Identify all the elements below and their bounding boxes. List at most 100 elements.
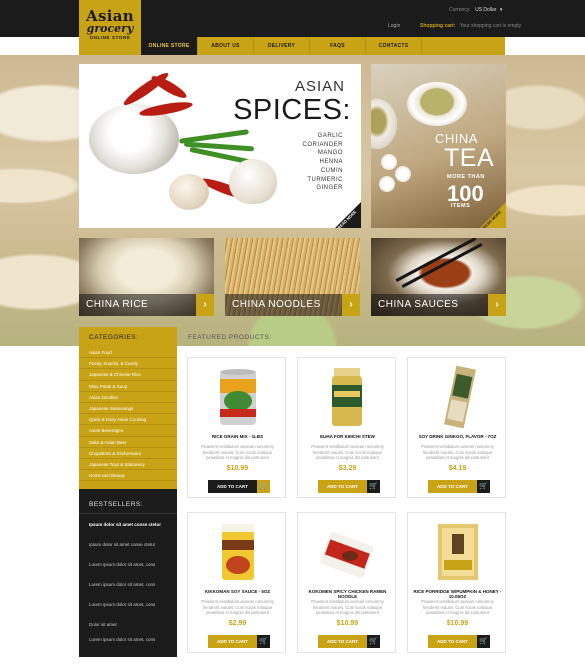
cart-status: Your shopping cart is empty [459,23,522,29]
product-image-can[interactable] [210,365,265,430]
cart-icon[interactable]: 🛒 [367,480,380,493]
cart-icon[interactable]: 🛒 [257,480,270,493]
product-image-pouch[interactable] [210,520,265,585]
chopstick-image [395,238,477,282]
category-item[interactable]: Pocky, Snacks, & Candy [79,358,177,370]
cart-icon[interactable]: 🛒 [477,635,490,648]
bestseller-item[interactable]: Lorem ipsum dolor sit amet, cons [89,602,174,607]
nav-about-us[interactable]: ABOUT US [197,37,253,55]
product-card: RICE PORRIDGE W/PUMPKIN & HONEY - 10.05O… [407,512,506,653]
category-tile-rice[interactable]: CHINA RICE › [79,238,214,316]
bestseller-item[interactable]: Dolor sit amet [89,622,174,627]
category-tile-sauces[interactable]: CHINA SAUCES › [371,238,506,316]
bestseller-item[interactable]: Ipsum dolor sit amet conse ctetur [89,522,174,527]
add-to-cart-button[interactable]: ADD TO CART [318,635,367,648]
product-name[interactable]: RICE PORRIDGE W/PUMPKIN & HONEY - 10.05O… [410,589,505,599]
logo-line-1: Asian [86,7,134,25]
product-desc: Praesent vestibulum aenean nonummy hendr… [311,444,384,460]
bestseller-item[interactable]: Lorem ipsum dolor sit amet, cons [89,562,174,567]
spice-item: HENNA [319,159,343,166]
currency-selector[interactable]: Currency: US Dollar ▾ [449,7,502,13]
tile-label: CHINA RICE [86,299,149,310]
tea-more-than: MORE THAN [447,174,485,180]
add-to-cart-button[interactable]: ADD TO CART [428,635,477,648]
chevron-right-icon[interactable]: › [342,294,360,316]
cart-icon[interactable]: 🛒 [477,480,490,493]
nav-contacts[interactable]: CONTACTS [365,37,421,55]
category-item[interactable]: Quick & Easy Asian Cooking [79,414,177,426]
product-name[interactable]: KIKKOMAN SOY SAUCE - 5OZ [190,589,285,594]
shopping-cart[interactable]: Shopping cart: Your shopping cart is emp… [420,23,521,29]
categories-title: CATEGORIES: [89,334,139,341]
spices-list: GARLIC CORIANDER MANGO HENNA CUMIN TURME… [302,132,343,193]
add-to-cart-button[interactable]: ADD TO CART [428,480,477,493]
tea-banner[interactable]: CHINA TEA MORE THAN 100 ITEMS READ MORE [371,64,506,228]
product-desc: Praesent vestibulum aenean nonummy hendr… [311,599,384,615]
spices-title-2: SPICES: [233,94,351,126]
category-item[interactable]: Japanese Seasonings [79,403,177,415]
product-card: SOY DRINK GINKGO, FLAVOR - 7OZ Praesent … [407,357,506,498]
chevron-down-icon: ▾ [499,7,503,13]
product-price: $10.99 [446,620,469,627]
tea-items: ITEMS [451,203,471,209]
tea-cup-image [407,82,467,126]
spice-item: TURMERIC [307,176,343,183]
category-item[interactable]: Japanese & Chinese Rice [79,369,177,381]
featured-title: FEATURED PRODUCTS: [188,334,272,341]
spice-item: CUMIN [320,167,343,174]
product-name[interactable]: KOKOMEN SPICY CHICKEN RAMEN NOODLE [300,589,395,599]
product-price: $10.99 [336,620,359,627]
product-desc: Praesent vestibulum aenean nonummy hendr… [421,599,494,615]
add-to-cart-button[interactable]: ADD TO CART [208,480,257,493]
product-image-box[interactable] [430,520,485,585]
tea-cup-image [371,99,397,149]
bestseller-item[interactable]: Lorem ipsum dolor sit amet, cons [89,637,174,642]
logo[interactable]: Asian grocery ONLINE STORE [79,0,141,47]
cart-icon[interactable]: 🛒 [257,635,270,648]
product-image-ramen[interactable] [320,520,375,585]
product-desc: Praesent vestibulum aenean nonummy hendr… [421,444,494,460]
category-tile-noodles[interactable]: CHINA NOODLES › [225,238,360,316]
cart-label: Shopping cart: [420,23,456,29]
category-item[interactable]: Asian Noodles [79,392,177,403]
nav-online-store[interactable]: ONLINE STORE [141,37,197,55]
tea-title-2: TEA [444,144,495,172]
spice-item: GINGER [316,185,343,192]
sidebar: CATEGORIES: Asian Food Pocky, Snacks, & … [79,327,177,657]
cart-icon[interactable]: 🛒 [367,635,380,648]
category-item[interactable]: Chopsticks & Kitchenware [79,448,177,459]
category-item[interactable]: Miso Paste & Soup [79,381,177,392]
product-price: $2.99 [228,620,247,627]
product-card: EUHA FOR KIMCHI STEW Praesent vestibulum… [297,357,396,498]
logo-line-3: ONLINE STORE [89,35,131,40]
main-nav: ONLINE STORE ABOUT US DELIVERY FAQS CONT… [141,37,505,55]
chevron-right-icon[interactable]: › [196,294,214,316]
add-to-cart-button[interactable]: ADD TO CART [208,635,257,648]
nav-spacer [421,37,505,55]
login-link[interactable]: Login [388,23,400,29]
category-item[interactable]: Sake & Asian Beer [79,437,177,448]
category-item[interactable]: Asian Beverages [79,425,177,437]
bestseller-item[interactable]: Lorem ipsum dolor sit amet, cons [89,582,174,587]
spices-banner[interactable]: ASIAN SPICES: GARLIC CORIANDER MANGO HEN… [79,64,361,228]
product-name[interactable]: RICE GRAIN MIX - 1LBS [190,434,285,439]
product-image-jar[interactable] [320,365,375,430]
nav-faqs[interactable]: FAQS [309,37,365,55]
currency-value[interactable]: US Dollar [475,7,496,13]
product-price: $3.29 [338,465,357,472]
tile-label: CHINA NOODLES [232,299,321,310]
categories-header: CATEGORIES: [79,327,177,347]
product-name[interactable]: EUHA FOR KIMCHI STEW [300,434,395,439]
product-image-noodles[interactable] [430,365,485,430]
category-item[interactable]: Asian Food [79,347,177,359]
add-to-cart-button[interactable]: ADD TO CART [318,480,367,493]
nav-delivery[interactable]: DELIVERY [253,37,309,55]
category-item[interactable]: Japanese Toys & Stationery [79,459,177,471]
bestsellers-title: BESTSELLERS: [89,501,144,508]
category-item[interactable]: Home and Beauty [79,470,177,482]
garlic-image [229,159,277,204]
product-card: RICE GRAIN MIX - 1LBS Praesent vestibulu… [187,357,286,498]
bestseller-item[interactable]: Ipsum dolor sit amet conse ctetur [89,542,174,547]
chevron-right-icon[interactable]: › [488,294,506,316]
product-name[interactable]: SOY DRINK GINKGO, FLAVOR - 7OZ [410,434,505,439]
